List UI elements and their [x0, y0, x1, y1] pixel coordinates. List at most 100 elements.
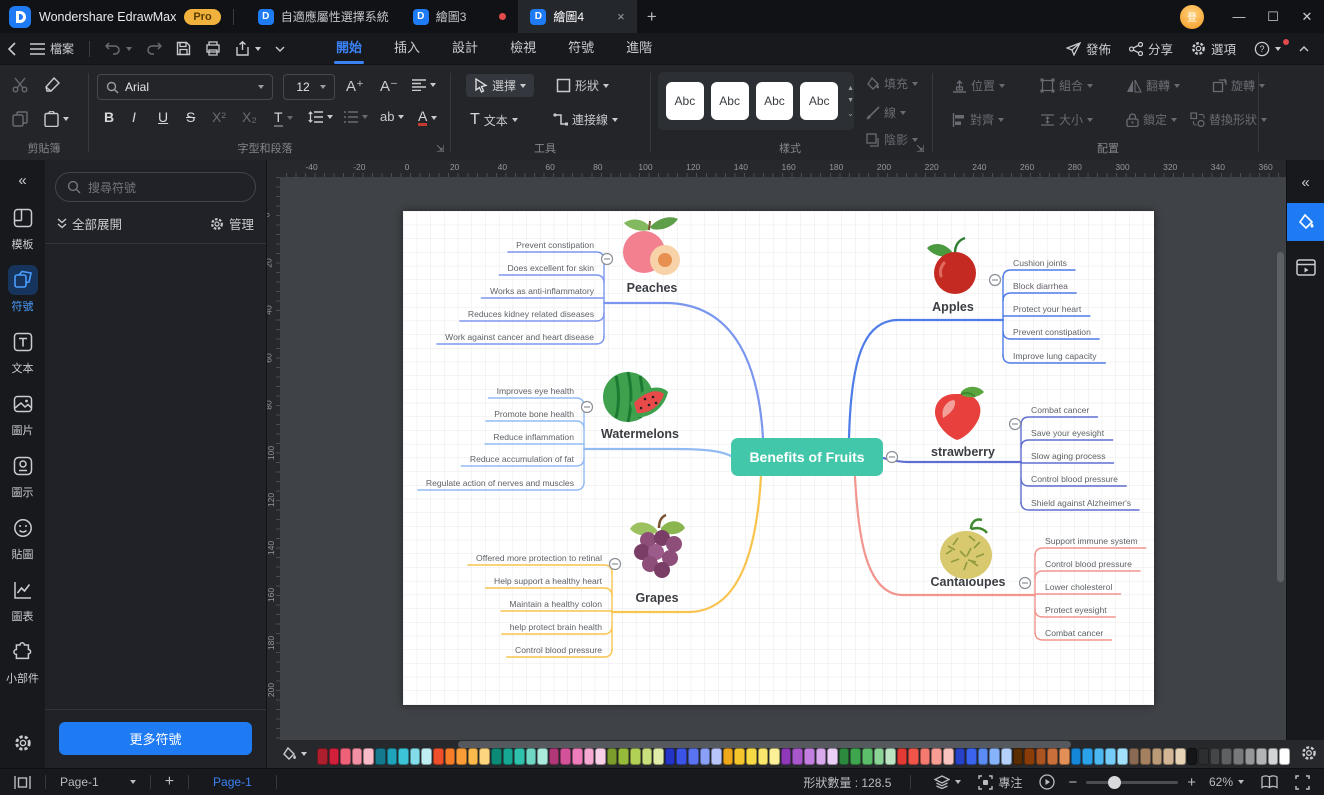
color-swatch[interactable]: [1093, 747, 1105, 765]
color-swatch[interactable]: [490, 747, 502, 765]
mindmap-leaf[interactable]: Regulate action of nerves and muscles: [426, 478, 574, 488]
tab-symbols[interactable]: 符號: [552, 33, 610, 65]
rotate-button[interactable]: 旋轉: [1212, 77, 1266, 94]
text-style-button[interactable]: T: [274, 109, 293, 127]
sidebar-item-images[interactable]: 圖片: [3, 389, 43, 438]
color-swatch[interactable]: [1244, 747, 1256, 765]
color-swatch[interactable]: [1279, 747, 1290, 765]
style-preset-3[interactable]: Abc: [755, 82, 794, 120]
undo-button[interactable]: [98, 42, 139, 55]
format-painter-button[interactable]: [44, 77, 60, 93]
topic-label[interactable]: strawberry: [931, 445, 995, 459]
minimize-button[interactable]: —: [1222, 0, 1256, 33]
expand-all-button[interactable]: 全部展開: [57, 214, 122, 233]
fullscreen-icon[interactable]: [1291, 774, 1314, 790]
help-button[interactable]: ?: [1247, 38, 1289, 57]
color-swatch[interactable]: [583, 747, 595, 765]
color-swatch[interactable]: [966, 747, 977, 765]
save-button[interactable]: [169, 41, 198, 56]
tab-design[interactable]: 設計: [436, 33, 494, 65]
color-swatch[interactable]: [386, 747, 398, 765]
color-swatch[interactable]: [919, 747, 931, 765]
color-swatch[interactable]: [479, 747, 490, 765]
color-swatch[interactable]: [722, 747, 734, 765]
color-swatch[interactable]: [977, 747, 989, 765]
color-swatch[interactable]: [363, 747, 374, 765]
mindmap-leaf[interactable]: Promote bone health: [494, 409, 574, 419]
color-swatch[interactable]: [537, 747, 548, 765]
color-swatch[interactable]: [595, 747, 606, 765]
style-preset-1[interactable]: Abc: [666, 82, 704, 120]
color-swatch[interactable]: [896, 747, 908, 765]
avatar[interactable]: 登: [1180, 4, 1204, 29]
drawing-canvas[interactable]: -40 -20 0 20 40 60 80 100 120 140 160 180 200 220 240 2…: [267, 160, 1286, 740]
add-page-button[interactable]: +: [161, 773, 178, 791]
collapse-minus-icon[interactable]: [885, 450, 899, 464]
play-presentation-button[interactable]: [1035, 774, 1059, 790]
color-swatch[interactable]: [456, 747, 467, 765]
color-swatch[interactable]: [1186, 747, 1198, 765]
file-menu[interactable]: 檔案: [23, 40, 81, 57]
color-swatch[interactable]: [757, 747, 769, 765]
color-swatch[interactable]: [467, 747, 479, 765]
sidebar-item-symbols[interactable]: 符號: [3, 265, 43, 314]
layers-button[interactable]: [930, 775, 965, 789]
tab-view[interactable]: 檢視: [494, 33, 552, 65]
position-button[interactable]: 位置: [952, 77, 1006, 94]
presentation-panel-icon[interactable]: [1295, 259, 1316, 276]
mindmap-leaf[interactable]: Improves eye health: [497, 386, 575, 396]
mindmap-leaf[interactable]: Reduce inflammation: [493, 432, 574, 442]
sidebar-item-stickers[interactable]: 貼圖: [3, 513, 43, 562]
color-swatch[interactable]: [432, 747, 444, 765]
mindmap-leaf[interactable]: Shield against Alzheimer's: [1031, 498, 1131, 508]
print-button[interactable]: [198, 41, 228, 56]
color-swatch[interactable]: [572, 747, 583, 765]
color-swatch[interactable]: [1232, 747, 1244, 765]
close-tab-icon[interactable]: ×: [617, 9, 625, 24]
color-swatch[interactable]: [711, 747, 722, 765]
color-swatch[interactable]: [850, 747, 861, 765]
mindmap-leaf[interactable]: Does excellent for skin: [508, 263, 595, 273]
color-swatch[interactable]: [1105, 747, 1116, 765]
sidebar-item-templates[interactable]: 模板: [3, 203, 43, 252]
sidebar-item-widgets[interactable]: 小部件: [3, 637, 43, 686]
tab-insert[interactable]: 插入: [378, 33, 436, 65]
topic-label[interactable]: Watermelons: [601, 427, 679, 441]
font-family-select[interactable]: Arial: [97, 74, 273, 100]
color-swatch[interactable]: [1001, 747, 1012, 765]
page-dropdown[interactable]: Page-1: [56, 775, 140, 789]
manage-button[interactable]: 管理: [210, 214, 254, 233]
color-swatch[interactable]: [374, 747, 386, 765]
more-tools-chevron[interactable]: [268, 46, 292, 52]
increase-font-button[interactable]: A⁺: [346, 77, 364, 95]
color-swatch[interactable]: [1082, 747, 1093, 765]
color-swatch[interactable]: [827, 747, 838, 765]
character-spacing-button[interactable]: ab: [380, 109, 405, 124]
replace-shape-button[interactable]: 替換形狀: [1190, 111, 1268, 128]
cut-button[interactable]: [12, 77, 29, 93]
color-swatch[interactable]: [1198, 747, 1209, 765]
color-swatch[interactable]: [1140, 747, 1151, 765]
tab-home[interactable]: 開始: [320, 33, 378, 65]
palette-settings-gear-icon[interactable]: [1301, 745, 1317, 761]
color-swatch[interactable]: [1163, 747, 1174, 765]
underline-button[interactable]: U: [158, 109, 168, 125]
color-swatch[interactable]: [444, 747, 456, 765]
line-spacing-button[interactable]: [308, 111, 333, 123]
color-swatch[interactable]: [514, 747, 525, 765]
color-swatch[interactable]: [688, 747, 699, 765]
color-swatch[interactable]: [1035, 747, 1047, 765]
page-overview-icon[interactable]: [10, 775, 35, 789]
vertical-scrollbar[interactable]: [1277, 252, 1284, 582]
publish-button[interactable]: 發佈: [1059, 39, 1118, 58]
mindmap-leaf[interactable]: Offered more protection to retinal: [476, 553, 602, 563]
mindmap-leaf[interactable]: Protect eyesight: [1045, 605, 1107, 615]
mindmap-leaf[interactable]: Lower cholesterol: [1045, 582, 1112, 592]
mindmap-leaf[interactable]: Control blood pressure: [515, 645, 602, 655]
mindmap-leaf[interactable]: Support immune system: [1045, 536, 1138, 546]
document-page[interactable]: Peaches Prevent constipation Does excellen…: [403, 211, 1154, 705]
new-tab-button[interactable]: +: [637, 7, 667, 27]
mindmap-diagram[interactable]: Peaches Prevent constipation Does excellen…: [403, 211, 1154, 705]
close-button[interactable]: ✕: [1290, 0, 1324, 33]
maximize-button[interactable]: ☐: [1256, 0, 1290, 33]
